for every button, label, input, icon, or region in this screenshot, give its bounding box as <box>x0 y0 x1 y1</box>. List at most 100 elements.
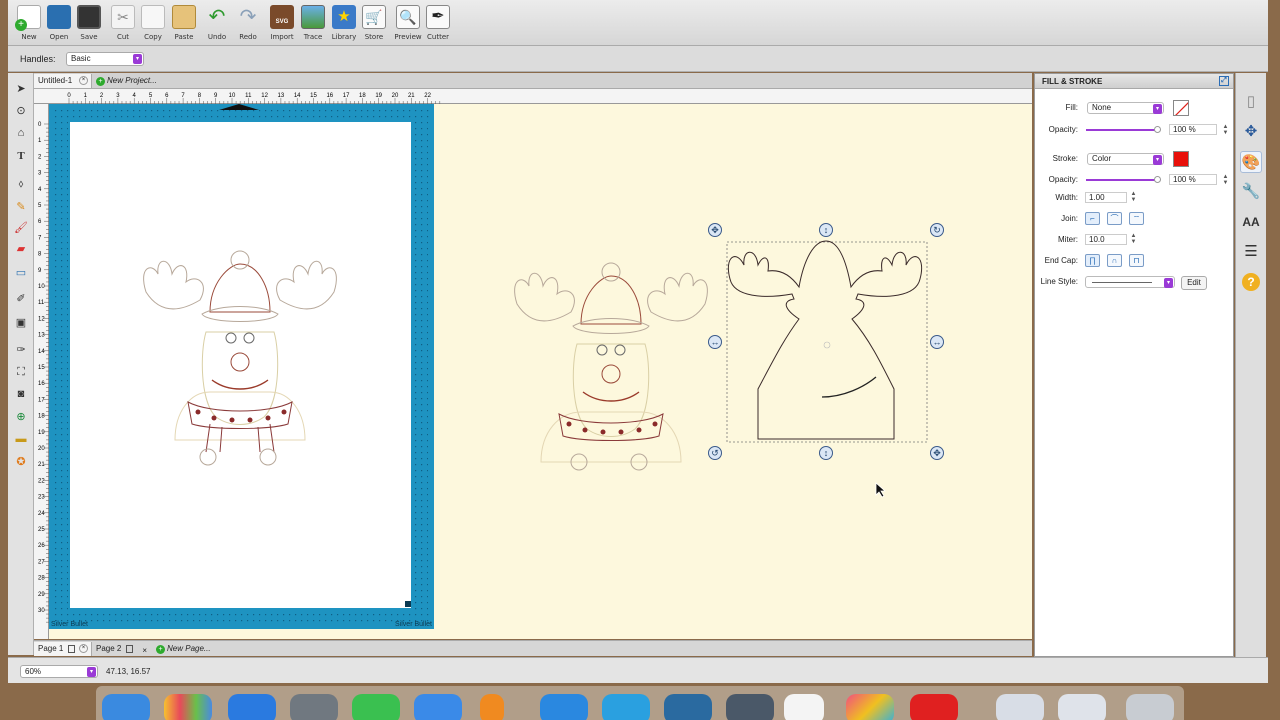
library-button[interactable]: ★ Library <box>327 3 361 45</box>
transform-panel-button[interactable]: ✥ <box>1240 121 1262 143</box>
cut-button[interactable]: ✂ Cut <box>106 3 140 45</box>
document-icon[interactable] <box>784 694 824 720</box>
moose-design-copy[interactable] <box>511 254 711 474</box>
text-tool[interactable]: T <box>13 148 29 164</box>
moose-design-on-mat[interactable] <box>70 122 411 608</box>
mail-icon[interactable] <box>414 694 462 720</box>
width-stepper[interactable]: ▲ ▼ <box>1130 191 1137 203</box>
fill-select[interactable]: None ▾ <box>1087 102 1164 114</box>
page-visibility-icon[interactable] <box>67 644 75 653</box>
stroke-select[interactable]: Color ▾ <box>1087 153 1164 165</box>
telegram-icon[interactable] <box>602 694 650 720</box>
tab-untitled-1[interactable]: Untitled-1 × <box>34 74 92 88</box>
selected-silhouette[interactable] <box>704 219 954 464</box>
silhouette-studio-icon[interactable] <box>664 694 712 720</box>
stroke-opacity-input[interactable]: 100 % <box>1169 174 1217 185</box>
trash-icon[interactable] <box>1126 694 1174 720</box>
import-button[interactable]: SVG Import <box>265 3 299 45</box>
pen-tool[interactable]: ✑ <box>13 342 29 358</box>
app-store-icon[interactable] <box>228 694 276 720</box>
join-round-button[interactable]: ⌒ <box>1107 212 1122 225</box>
tab-new-project[interactable]: + New Project... <box>92 74 162 88</box>
preview-window-icon[interactable] <box>996 694 1044 720</box>
document-panel-button[interactable]: ▯ <box>1240 91 1262 113</box>
fill-opacity-thumb[interactable] <box>1154 126 1161 133</box>
handles-select[interactable]: Basic ▾ <box>66 52 144 66</box>
handle-scale-right-icon[interactable]: ↔ <box>930 335 944 349</box>
page-visibility-icon[interactable] <box>125 644 133 653</box>
fill-opacity-stepper[interactable]: ▲ ▼ <box>1222 124 1229 136</box>
node-edit-tool[interactable]: ⌂ <box>13 125 29 141</box>
tab-new-page[interactable]: + New Page... <box>152 642 222 656</box>
weld-tool[interactable]: ◙ <box>13 386 29 402</box>
shape-tool[interactable]: ▭ <box>13 265 29 281</box>
lasso-tool[interactable]: ⊙ <box>13 103 29 119</box>
miter-stepper[interactable]: ▲ ▼ <box>1130 233 1137 245</box>
fill-opacity-slider[interactable] <box>1086 129 1156 131</box>
star-tool[interactable]: ✪ <box>13 454 29 470</box>
join-bevel-button[interactable]: ⌔ <box>1129 212 1144 225</box>
line-style-select[interactable]: ▾ <box>1085 276 1175 288</box>
transform-tool[interactable]: ⛶ <box>13 364 29 380</box>
handle-rotate-bottom-icon[interactable]: ↺ <box>708 446 722 460</box>
copy-button[interactable]: Copy <box>136 3 170 45</box>
preview-button[interactable]: 🔍 Preview <box>391 3 425 45</box>
handle-scale-left-icon[interactable]: ↔ <box>708 335 722 349</box>
panel-detach-icon[interactable]: ⤢ <box>1219 76 1229 86</box>
measure-tool[interactable]: ▬ <box>13 431 29 447</box>
downloads-icon[interactable] <box>1058 694 1106 720</box>
zoom-select[interactable]: 60% ▾ <box>20 665 98 678</box>
new-button[interactable]: + New <box>12 3 46 45</box>
help-panel-button[interactable]: ? <box>1240 271 1262 293</box>
photos-icon[interactable] <box>164 694 212 720</box>
join-miter-button[interactable]: ⌐ <box>1085 212 1100 225</box>
messages-icon[interactable] <box>352 694 400 720</box>
tab-page-2[interactable]: Page 2 × <box>92 642 150 656</box>
gradient-tool[interactable]: ▣ <box>13 315 29 331</box>
cutter-button[interactable]: ✒ Cutter <box>421 3 455 45</box>
cap-round-button[interactable]: ∩ <box>1107 254 1122 267</box>
safari-icon[interactable] <box>540 694 588 720</box>
cap-butt-button[interactable]: ∏ <box>1085 254 1100 267</box>
handle-resize-corner-icon[interactable]: ✥ <box>930 446 944 460</box>
handle-rotate-top-icon[interactable]: ↻ <box>930 223 944 237</box>
layers-panel-button[interactable]: ☰ <box>1240 241 1262 263</box>
trace-button[interactable]: Trace <box>296 3 330 45</box>
system-preferences-icon[interactable] <box>290 694 338 720</box>
design-canvas[interactable]: Silver Bullet Silver Bullet ✥ ↕ ↻ ↔ ↔ ↺ … <box>49 104 1032 639</box>
stroke-opacity-thumb[interactable] <box>1154 176 1161 183</box>
undo-button[interactable]: ↶ Undo <box>200 3 234 45</box>
close-icon[interactable]: × <box>142 644 147 658</box>
affinity-icon[interactable] <box>846 694 894 720</box>
handle-scale-top-icon[interactable]: ↕ <box>819 223 833 237</box>
brush-tool[interactable]: 🖌 <box>13 220 29 236</box>
pencil-tool[interactable]: ✎ <box>13 199 29 215</box>
knife-tool[interactable]: ⬨ <box>13 176 29 192</box>
paste-button[interactable]: Paste <box>167 3 201 45</box>
save-button[interactable]: Save <box>72 3 106 45</box>
stroke-color-swatch[interactable] <box>1173 151 1189 167</box>
pointer-tool[interactable]: ➤ <box>13 81 29 97</box>
text-panel-button[interactable]: AA <box>1240 211 1262 233</box>
fill-opacity-input[interactable]: 100 % <box>1169 124 1217 135</box>
close-icon[interactable]: × <box>79 76 88 85</box>
miter-input[interactable]: 10.0 <box>1085 234 1127 245</box>
fill-none-swatch[interactable] <box>1173 100 1189 116</box>
eraser-tool[interactable]: ▰ <box>13 241 29 257</box>
fill-stroke-panel-button[interactable]: 🎨 <box>1240 151 1262 173</box>
finder-icon[interactable] <box>102 694 150 720</box>
store-button[interactable]: 🛒 Store <box>357 3 391 45</box>
line-style-edit-button[interactable]: Edit <box>1181 276 1207 290</box>
handle-scale-bottom-icon[interactable]: ↕ <box>819 446 833 460</box>
width-input[interactable]: 1.00 <box>1085 192 1127 203</box>
redo-button[interactable]: ↷ Redo <box>231 3 265 45</box>
stroke-opacity-stepper[interactable]: ▲ ▼ <box>1222 174 1229 186</box>
sure-cuts-icon[interactable] <box>910 694 958 720</box>
tab-page-1[interactable]: Page 1 × <box>34 642 92 656</box>
cap-square-button[interactable]: ⊓ <box>1129 254 1144 267</box>
quicktime-icon[interactable] <box>726 694 774 720</box>
open-button[interactable]: Open <box>42 3 76 45</box>
handle-move-icon[interactable]: ✥ <box>708 223 722 237</box>
settings-panel-button[interactable]: 🔧 <box>1240 181 1262 203</box>
close-icon[interactable]: × <box>79 644 88 653</box>
